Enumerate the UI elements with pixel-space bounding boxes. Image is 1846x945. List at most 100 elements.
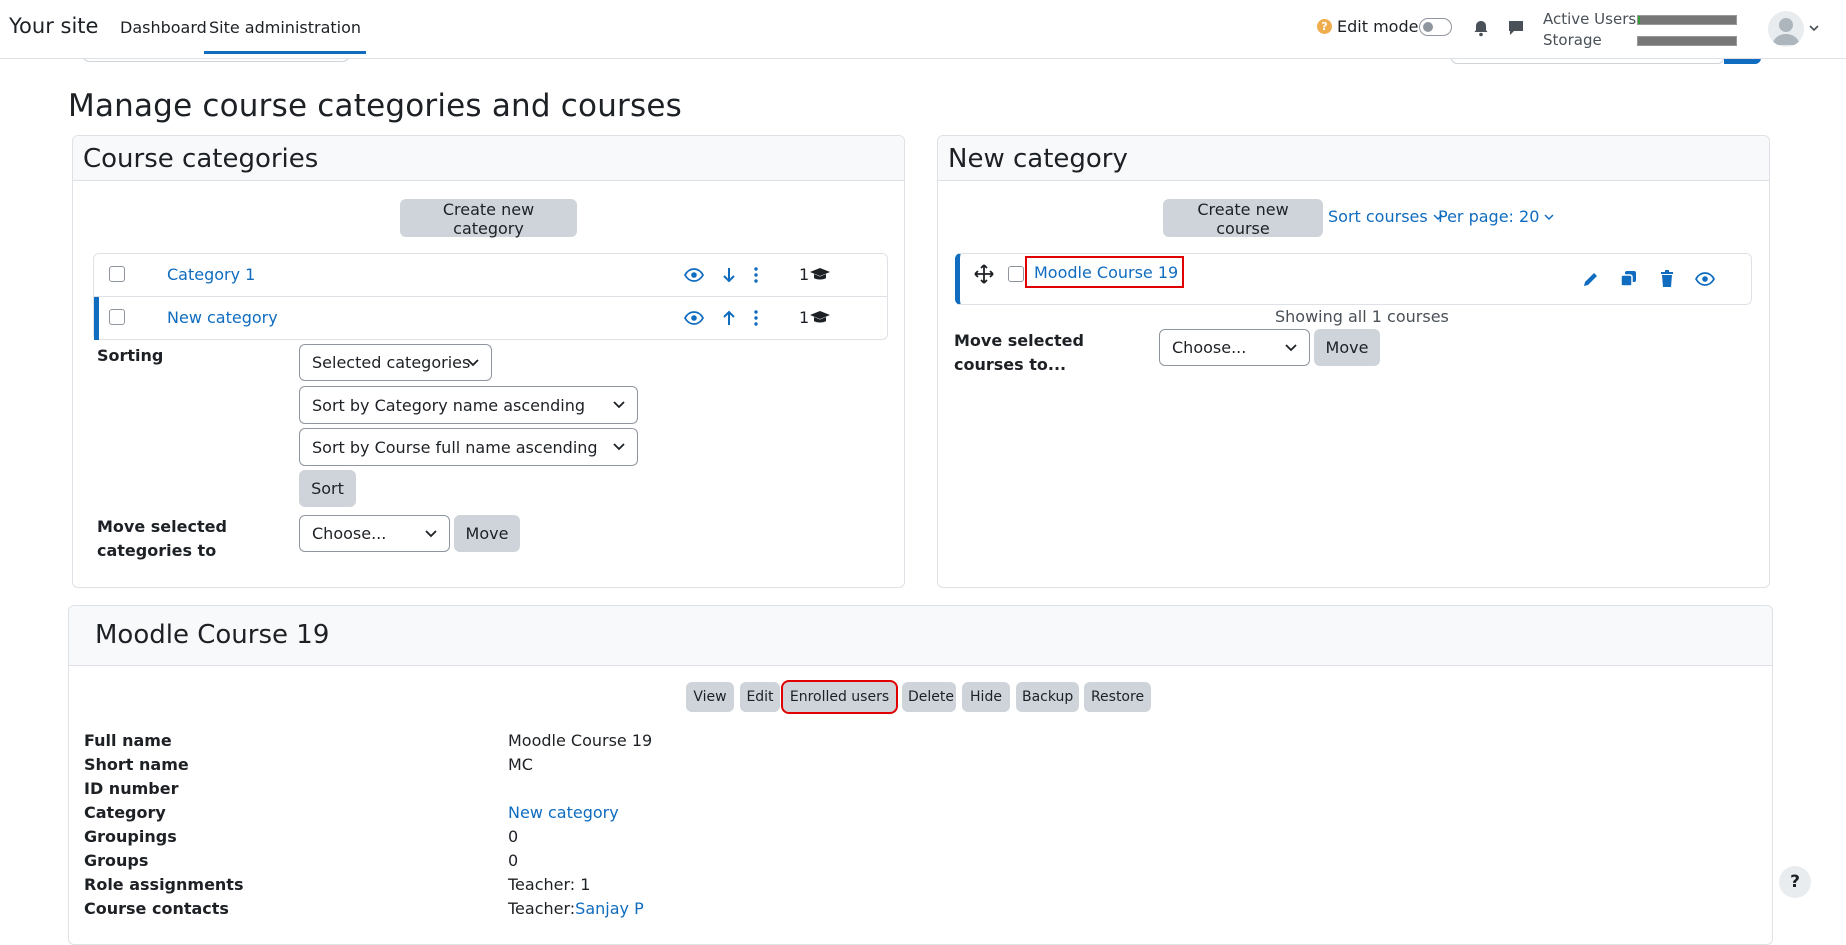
contact-role: Teacher: [508, 899, 576, 918]
backup-course-button[interactable]: Backup [1016, 682, 1079, 712]
course-detail-title: Moodle Course 19 [95, 620, 330, 650]
contact-name-link[interactable]: Sanjay P [575, 899, 644, 918]
course-list-row[interactable]: Moodle Course 19 [955, 253, 1752, 305]
category-row-category-1[interactable]: Category 1 1 [94, 254, 887, 297]
site-brand[interactable]: Your site [9, 14, 98, 38]
detail-label-short-name: Short name [84, 755, 189, 774]
detail-label-category: Category [84, 803, 166, 822]
eye-icon[interactable] [684, 265, 704, 285]
move-courses-button[interactable]: Move [1314, 329, 1380, 366]
graduation-cap-icon [810, 268, 830, 280]
detail-label-id-number: ID number [84, 779, 179, 798]
arrow-down-icon[interactable] [719, 265, 739, 285]
active-users-bar [1637, 15, 1737, 25]
restore-course-button[interactable]: Restore [1084, 682, 1151, 712]
move-categories-label: Move selected categories to [97, 517, 227, 560]
detail-value-course-contacts: Teacher:Sanjay P [508, 899, 644, 918]
more-actions-icon[interactable] [746, 308, 766, 328]
copy-icon[interactable] [1619, 269, 1639, 289]
nav-dashboard[interactable]: Dashboard [120, 18, 207, 37]
sort-courses-select[interactable]: Sort by Course full name ascending [299, 428, 638, 466]
category-1-link[interactable]: Category 1 [167, 265, 255, 284]
detail-value-groupings: 0 [508, 827, 519, 846]
chevron-down-icon [467, 358, 479, 366]
nav-site-administration[interactable]: Site administration [204, 18, 367, 54]
edit-pencil-icon[interactable] [1581, 269, 1601, 289]
graduation-cap-icon [810, 311, 830, 323]
chevron-down-icon [613, 401, 625, 409]
sort-button[interactable]: Sort [299, 470, 356, 507]
create-new-category-button[interactable]: Create new category [400, 199, 577, 238]
active-users-label: Active Users [1543, 10, 1637, 28]
view-course-button[interactable]: View [686, 682, 734, 712]
category-courses-header: New category [938, 136, 1769, 181]
move-categories-button[interactable]: Move [454, 515, 520, 552]
edit-mode-toggle[interactable] [1419, 18, 1452, 36]
chevron-down-icon [1544, 214, 1555, 221]
move-icon[interactable] [974, 264, 994, 284]
category-courses-title: New category [948, 144, 1128, 174]
course-detail-header: Moodle Course 19 [69, 606, 1772, 666]
course-categories-panel: Course categories Create new category Ca… [72, 135, 905, 588]
move-categories-select[interactable]: Choose... [299, 515, 450, 552]
chevron-down-icon [425, 529, 437, 537]
enrolled-users-button[interactable]: Enrolled users [781, 680, 898, 714]
page-title: Manage course categories and courses [68, 88, 682, 124]
category-1-checkbox[interactable] [109, 266, 125, 282]
move-courses-select-value: Choose... [1172, 338, 1247, 357]
course-categories-header: Course categories [73, 136, 904, 181]
sort-courses-link[interactable]: Sort courses [1328, 207, 1443, 226]
delete-trash-icon[interactable] [1657, 269, 1677, 289]
new-category-link[interactable]: New category [167, 308, 278, 327]
move-courses-select[interactable]: Choose... [1159, 329, 1310, 366]
detail-value-role-assignments: Teacher: 1 [508, 875, 591, 894]
sort-scope-select[interactable]: Selected categories [299, 344, 492, 381]
bell-icon[interactable] [1471, 18, 1491, 38]
delete-course-button[interactable]: Delete [902, 682, 956, 712]
hide-course-button[interactable]: Hide [962, 682, 1010, 712]
chevron-down-icon [613, 443, 625, 451]
detail-label-role-assignments: Role assignments [84, 875, 244, 894]
course-detail-panel: Moodle Course 19 [68, 605, 1773, 945]
help-button[interactable]: ? [1779, 866, 1811, 898]
detail-value-groups: 0 [508, 851, 519, 870]
user-menu-chevron-icon[interactable] [1808, 22, 1820, 34]
per-page-link[interactable]: Per page: 20 [1438, 207, 1555, 226]
sort-categories-select[interactable]: Sort by Category name ascending [299, 386, 638, 424]
course-checkbox[interactable] [1008, 266, 1024, 282]
course-categories-title: Course categories [83, 144, 319, 174]
new-category-checkbox[interactable] [109, 309, 125, 325]
more-actions-icon[interactable] [746, 265, 766, 285]
arrow-up-icon[interactable] [719, 308, 739, 328]
chevron-down-icon [1285, 343, 1297, 351]
category-row-new-category[interactable]: New category 1 [94, 297, 887, 340]
detail-value-category-link[interactable]: New category [508, 803, 619, 822]
top-navbar: Your site Dashboard Site administration … [0, 0, 1846, 59]
course-name-link[interactable]: Moodle Course 19 [1024, 256, 1185, 288]
active-users-bar-fill [1638, 16, 1640, 24]
edit-course-button[interactable]: Edit [740, 682, 780, 712]
move-categories-select-value: Choose... [312, 524, 387, 543]
sort-categories-value: Sort by Category name ascending [312, 395, 586, 415]
messages-icon[interactable] [1506, 18, 1526, 38]
category-list: Category 1 1 New category 1 [93, 253, 888, 340]
sort-scope-value: Selected categories [312, 353, 471, 372]
detail-label-full-name: Full name [84, 731, 172, 750]
create-new-course-button[interactable]: Create new course [1163, 199, 1323, 238]
storage-label: Storage [1543, 31, 1602, 49]
detail-value-short-name: MC [508, 755, 533, 774]
category-courses-panel: New category Create new course Sort cour… [937, 135, 1770, 588]
eye-icon[interactable] [684, 308, 704, 328]
detail-label-course-contacts: Course contacts [84, 899, 229, 918]
detail-label-groupings: Groupings [84, 827, 177, 846]
eye-icon[interactable] [1695, 269, 1715, 289]
sorting-label: Sorting [97, 346, 164, 365]
user-avatar[interactable] [1768, 11, 1804, 47]
edit-mode-help-icon[interactable]: ? [1317, 19, 1332, 34]
showing-courses-text: Showing all 1 courses [1275, 307, 1449, 326]
toggle-knob [1423, 22, 1433, 32]
per-page-label: Per page: 20 [1438, 207, 1540, 226]
sort-courses-value: Sort by Course full name ascending [312, 437, 598, 457]
category-1-course-count: 1 [799, 265, 810, 284]
new-category-course-count: 1 [799, 308, 810, 327]
